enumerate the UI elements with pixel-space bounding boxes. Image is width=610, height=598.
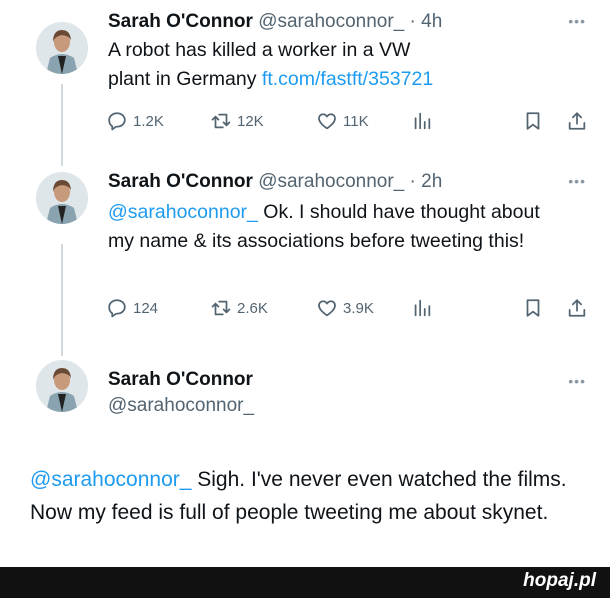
like-icon	[318, 300, 336, 317]
views-icon	[414, 299, 431, 317]
reply-icon	[108, 299, 126, 318]
bookmark-button[interactable]	[522, 108, 549, 134]
thread-line-1	[61, 84, 63, 166]
reply-count: 1.2K	[133, 112, 164, 130]
reply-button[interactable]: 124	[106, 295, 158, 321]
avatar[interactable]	[36, 172, 88, 224]
tweet-mention[interactable]: @sarahoconnor_	[30, 468, 191, 491]
views-button[interactable]	[411, 295, 438, 321]
tweet-time[interactable]: · 4h	[410, 11, 443, 32]
like-count: 3.9K	[343, 299, 374, 317]
reply-icon	[108, 112, 126, 131]
author-handle[interactable]: @sarahoconnor_	[258, 11, 404, 32]
retweet-button[interactable]: 2.6K	[210, 295, 268, 321]
tweet-header: Sarah O'Connor @sarahoconnor_ · 2h	[108, 170, 442, 194]
tweet-actions: 1.2K 12K 11K	[106, 108, 590, 134]
author-name[interactable]: Sarah O'Connor	[108, 171, 253, 192]
bookmark-icon	[526, 299, 540, 317]
share-icon	[568, 299, 586, 317]
avatar[interactable]	[36, 360, 88, 412]
author-handle[interactable]: @sarahoconnor_	[108, 393, 254, 419]
retweet-icon	[211, 300, 231, 316]
watermark-logo: hopaj.pl	[523, 570, 596, 591]
tweet-mention[interactable]: @sarahoconnor_	[108, 201, 258, 223]
tweet-header: Sarah O'Connor @sarahoconnor_	[108, 367, 254, 419]
like-count: 11K	[343, 112, 369, 130]
thread-line-2	[61, 244, 63, 356]
avatar-image	[36, 360, 88, 412]
tweet-header: Sarah O'Connor @sarahoconnor_ · 4h	[108, 10, 442, 34]
author-handle[interactable]: @sarahoconnor_	[258, 171, 404, 192]
avatar[interactable]	[36, 22, 88, 74]
like-icon	[318, 113, 336, 130]
tweet-text: @sarahoconnor_ Sigh. I've never even wat…	[30, 463, 590, 529]
share-icon	[568, 112, 586, 130]
reply-button[interactable]: 1.2K	[106, 108, 164, 134]
retweet-icon	[211, 113, 231, 129]
retweet-button[interactable]: 12K	[210, 108, 264, 134]
author-name[interactable]: Sarah O'Connor	[108, 11, 253, 32]
retweet-count: 12K	[237, 112, 264, 130]
bookmark-button[interactable]	[522, 295, 549, 321]
author-name[interactable]: Sarah O'Connor	[108, 367, 254, 393]
retweet-count: 2.6K	[237, 299, 268, 317]
more-options-icon[interactable]: •••	[568, 174, 586, 188]
like-button[interactable]: 11K	[316, 108, 369, 134]
like-button[interactable]: 3.9K	[316, 295, 374, 321]
avatar-image	[36, 172, 88, 224]
tweet-text: @sarahoconnor_ Ok. I should have thought…	[108, 198, 548, 256]
avatar-image	[36, 22, 88, 74]
share-button[interactable]	[566, 295, 593, 321]
watermark-bar: hopaj.pl	[0, 567, 610, 598]
share-button[interactable]	[566, 108, 593, 134]
tweet-actions: 124 2.6K 3.9K	[106, 295, 590, 321]
views-icon	[414, 112, 431, 130]
tweet-link[interactable]: ft.com/fastft/353721	[262, 68, 433, 90]
more-options-icon[interactable]: •••	[568, 374, 586, 388]
views-button[interactable]	[411, 108, 438, 134]
more-options-icon[interactable]: •••	[568, 14, 586, 28]
bookmark-icon	[526, 112, 540, 130]
tweet-time[interactable]: · 2h	[410, 171, 443, 192]
tweet-text: A robot has killed a worker in a VW plan…	[108, 36, 438, 94]
reply-count: 124	[133, 299, 159, 317]
